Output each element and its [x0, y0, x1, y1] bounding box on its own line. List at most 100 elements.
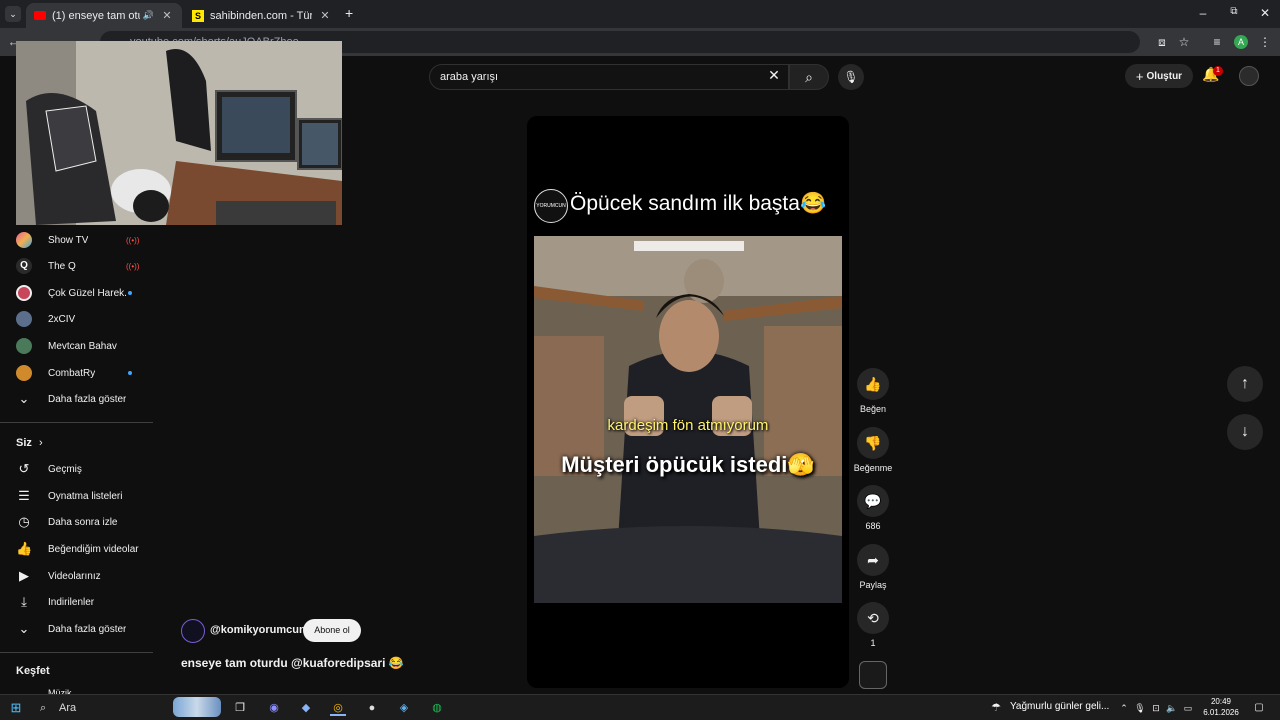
- sidebar-item-downloads[interactable]: ⤓ İndirilenler: [0, 589, 153, 615]
- speaker-icon: 🔊: [142, 10, 154, 20]
- remix-count: 1: [870, 638, 876, 648]
- share-button[interactable]: ➦: [857, 544, 889, 576]
- clear-search-icon[interactable]: ✕: [764, 67, 784, 84]
- previous-short-button[interactable]: ↑: [1227, 366, 1263, 402]
- weather-widget-text[interactable]: Yağmurlu günler geli...: [1010, 701, 1109, 712]
- media-control-icon[interactable]: ≡: [1209, 35, 1225, 49]
- sound-source-avatar[interactable]: [859, 661, 887, 689]
- sidebar-item-label: Oynatma listeleri: [48, 490, 123, 502]
- thumb-down-icon: 👎: [864, 435, 882, 451]
- discord-icon[interactable]: ◉: [266, 700, 282, 716]
- sidebar-item-label: Show TV: [48, 234, 89, 246]
- like-button[interactable]: 👍: [857, 368, 889, 400]
- notification-center-icon[interactable]: ▢: [1251, 700, 1267, 716]
- kebab-menu-icon[interactable]: ⋮: [1257, 35, 1273, 49]
- youtube-favicon-icon: [34, 11, 46, 20]
- sidebar-channel-the-q[interactable]: Q The Q ((•)): [0, 253, 153, 279]
- voice-search-button[interactable]: 🎙: [838, 64, 864, 90]
- sidebar-channel-mevtcan-bahav[interactable]: Mevtcan Bahav: [0, 333, 153, 359]
- clock-icon: ◷: [18, 514, 30, 529]
- search-button[interactable]: ⌕: [789, 64, 829, 90]
- tab-title: (1) enseye tam oturdu @ku: [52, 9, 140, 22]
- sidebar-item-label: Mevtcan Bahav: [48, 340, 117, 352]
- tab-sahibinden[interactable]: S sahibinden.com - Türkiye'nin O ✕: [184, 3, 340, 28]
- live-indicator-icon: ((•)): [126, 261, 140, 271]
- sidebar-item-label: Çok Güzel Harek...: [48, 287, 126, 299]
- sidebar-item-history[interactable]: ↺ Geçmiş: [0, 456, 153, 482]
- create-label: Oluştur: [1146, 70, 1183, 82]
- playlist-icon: ☰: [18, 488, 30, 503]
- close-icon[interactable]: ✕: [160, 9, 174, 22]
- battery-icon[interactable]: ▭: [1180, 700, 1196, 716]
- network-icon[interactable]: ⊡: [1148, 700, 1164, 716]
- plus-icon: +: [1135, 68, 1144, 84]
- sidebar-you-header[interactable]: Siz ›: [16, 437, 43, 449]
- chevron-up-icon[interactable]: ⌃: [1116, 700, 1132, 716]
- app-icon[interactable]: ◆: [298, 700, 314, 716]
- share-label: Paylaş: [859, 580, 887, 590]
- sidebar-item-label: Daha fazla göster: [48, 393, 127, 405]
- search-input[interactable]: araba yarışı: [429, 64, 789, 90]
- channel-avatar: [16, 285, 32, 301]
- microphone-icon[interactable]: 🎙: [1132, 700, 1148, 716]
- comments-button[interactable]: 💬: [857, 485, 889, 517]
- create-button[interactable]: + Oluştur: [1125, 64, 1193, 88]
- search-icon: ⌕: [805, 69, 813, 85]
- sidebar-item-playlists[interactable]: ☰ Oynatma listeleri: [0, 483, 153, 509]
- windows-taskbar: ⊞ ⌕ Ara ❐ ◉ ◆ ◎ ● ◈ ◍ ☂ Yağmurlu günler …: [0, 694, 1280, 720]
- next-short-button[interactable]: ↓: [1227, 414, 1263, 450]
- restore-icon[interactable]: ⧉: [1224, 6, 1244, 17]
- sidebar-divider: [0, 422, 153, 423]
- sidebar-item-label: Daha fazla göster: [48, 623, 127, 635]
- windows-start-icon[interactable]: ⊞: [8, 700, 24, 716]
- sidebar-item-watch-later[interactable]: ◷ Daha sonra izle: [0, 509, 153, 535]
- weather-umbrella-icon[interactable]: ☂: [988, 700, 1004, 716]
- remix-icon: ⟲: [867, 610, 879, 626]
- channel-avatar: [16, 232, 32, 248]
- yorumcun-watermark-logo: YORUMCUN: [534, 189, 568, 223]
- spotify-icon[interactable]: ◍: [429, 700, 445, 716]
- obs-icon[interactable]: ●: [364, 700, 380, 716]
- app-icon-2[interactable]: ◈: [396, 700, 412, 716]
- window-close-icon[interactable]: ✕: [1255, 6, 1275, 20]
- sidebar-show-more-you[interactable]: ⌄ Daha fazla göster: [0, 616, 153, 642]
- tab-youtube[interactable]: (1) enseye tam oturdu @ku 🔊 ✕: [26, 3, 182, 28]
- account-avatar[interactable]: [1239, 66, 1259, 86]
- tab-search-button[interactable]: ⌄: [5, 6, 21, 22]
- short-title[interactable]: enseye tam oturdu @kuaforedipsari 😂: [181, 656, 404, 670]
- close-icon[interactable]: ✕: [318, 9, 332, 22]
- sidebar-channel-show-tv[interactable]: Show TV ((•)): [0, 227, 153, 253]
- sidebar-item-liked-videos[interactable]: 👍 Beğendiğim videolar: [0, 536, 153, 562]
- sidebar-show-more-channels[interactable]: ⌄ Daha fazla göster: [0, 386, 153, 412]
- taskbar-clock[interactable]: 20:49 6.01.2026: [1196, 696, 1246, 718]
- video-caption-yellow: kardeşim fön atmıyorum: [607, 417, 769, 434]
- dislike-button[interactable]: 👎: [857, 427, 889, 459]
- sidebar-item-label: Daha sonra izle: [48, 516, 118, 528]
- sidebar-divider: [0, 652, 153, 653]
- minimize-icon[interactable]: –: [1193, 6, 1213, 20]
- install-app-icon[interactable]: ⧈: [1154, 35, 1170, 50]
- profile-avatar[interactable]: A: [1234, 35, 1248, 49]
- new-content-dot: [128, 371, 132, 375]
- remix-button[interactable]: ⟲: [857, 602, 889, 634]
- live-indicator-icon: ((•)): [126, 235, 140, 245]
- volume-icon[interactable]: 🔈: [1164, 700, 1180, 716]
- clock-date: 6.01.2026: [1203, 708, 1239, 717]
- new-tab-button[interactable]: +: [345, 5, 353, 21]
- subscribe-button[interactable]: Abone ol: [303, 619, 361, 642]
- chevron-down-icon: ⌄: [18, 391, 30, 406]
- comment-icon: 💬: [864, 493, 882, 509]
- sidebar-channel-2xciv[interactable]: 2xCIV: [0, 306, 153, 332]
- sidebar-item-label: Beğendiğim videolar: [48, 543, 139, 555]
- search-highlight-image: [173, 697, 221, 717]
- chrome-icon[interactable]: ◎: [330, 700, 346, 716]
- sidebar-channel-cok-guzel-hareketler[interactable]: Çok Güzel Harek...: [0, 280, 153, 306]
- channel-avatar[interactable]: [181, 619, 205, 643]
- dislike-label: Beğenme: [853, 463, 893, 473]
- bookmark-star-icon[interactable]: ☆: [1176, 35, 1192, 49]
- sidebar-item-label: CombatRy: [48, 367, 96, 379]
- sidebar-channel-combatry[interactable]: CombatRy: [0, 360, 153, 386]
- channel-name-link[interactable]: @komikyorumcun: [210, 624, 306, 636]
- task-view-icon[interactable]: ❐: [232, 700, 248, 716]
- sidebar-item-your-videos[interactable]: ▶ Videolarınız: [0, 563, 153, 589]
